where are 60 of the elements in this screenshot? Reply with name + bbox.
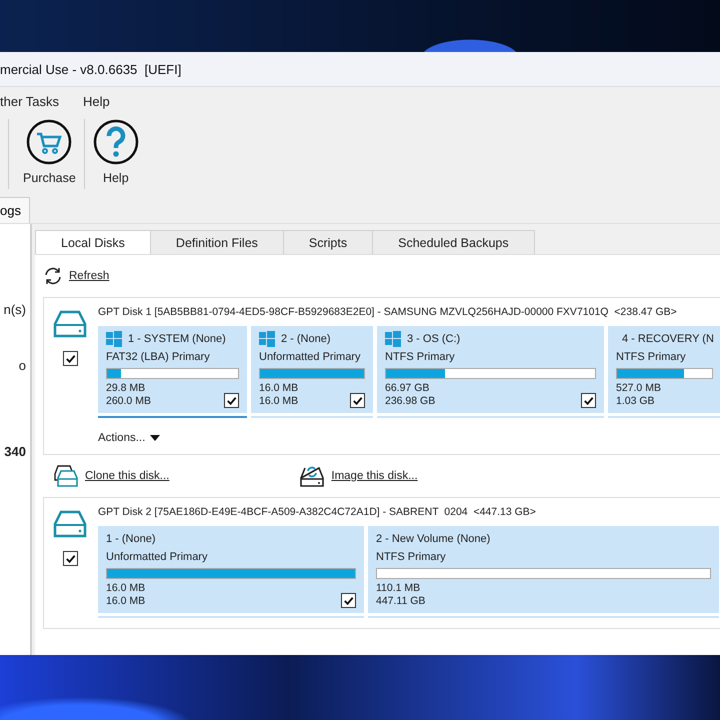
windows-logo-icon [259,331,275,347]
sidebar-text: n(s) [4,302,26,317]
partition-type: FAT32 (LBA) Primary [106,350,211,365]
partition-size: 29.8 MB 260.0 MB [106,382,151,408]
toolbar-button[interactable]: Purchase [15,115,84,189]
partition-checkbox[interactable] [581,393,596,408]
partition-size: 110.1 MB 447.11 GB [376,582,426,608]
toolbar-button[interactable]: Help [84,115,147,189]
partition-checkbox[interactable] [350,393,365,408]
partition-size: 527.0 MB 1.03 GB [616,382,661,408]
partition-type: NTFS Primary [616,350,687,365]
partition-checkbox[interactable] [224,393,239,408]
tab[interactable]: Scheduled Backups [372,230,535,254]
disk-checkbox[interactable] [62,551,78,566]
partition-size: 66.97 GB 236.98 GB [385,382,436,408]
menu-item[interactable]: ther Tasks [0,94,60,108]
tab[interactable]: Scripts [282,230,374,254]
partition-type: NTFS Primary [376,550,447,565]
tab[interactable]: Local Disks [35,230,151,254]
partition-title: 2 - (None) [281,332,331,347]
partition-title: 3 - OS (C:) [407,332,460,347]
partition-card[interactable]: 2 - New Volume (None) NTFS Primary 110.1 MB 447.11 GB [368,526,719,618]
partition-card[interactable]: 1 - (None) Unformatted Primary 16.0 MB 16.0 MB [98,526,364,618]
disk-action-link[interactable]: Image this disk... [331,470,418,482]
partition-type: Unformatted Primary [259,350,362,365]
partition-size: 16.0 MB 16.0 MB [259,382,298,408]
partition-checkbox[interactable] [341,593,356,608]
partition-card[interactable]: 2 - (None) Unformatted Primary 16.0 MB 16.0 MB [251,326,373,418]
disk-header: GPT Disk 1 [5AB5BB81-0794-4ED5-98CF-B5929683E2E0] - SAMSUNG MZVLQ256HAJD-00000 FXV7101Q <238.47 GB> [98,306,678,318]
sidebar-text: 340 [4,444,26,459]
partition-type: NTFS Primary [385,350,456,365]
disk-header: GPT Disk 2 [75AE186D-E49E-4BCF-A509-A382C4C72A1D] - SABRENT 0204 <447.13 GB> [98,506,537,518]
windows-logo-icon [106,331,122,347]
partition-card[interactable]: 1 - SYSTEM (None) FAT32 (LBA) Primary 29.8 MB 260.0 MB [98,326,247,418]
tab[interactable]: Definition Files [150,230,284,254]
disk-action-link[interactable]: Clone this disk... [85,470,170,482]
windows-logo-icon [385,331,401,347]
partition-title: 1 - (None) [106,532,156,547]
partition-size: 16.0 MB 16.0 MB [106,582,146,608]
refresh-link[interactable]: Refresh [69,270,110,282]
partition-card[interactable]: 4 - RECOVERY (N NTFS Primary 527.0 MB 1.03 GB [608,326,720,418]
disk-image-icon [299,464,326,488]
view-tab[interactable]: ogs [0,197,30,223]
refresh-icon [43,266,63,286]
disk-checkbox[interactable] [62,351,78,366]
sidebar-text: o [18,358,26,373]
help-icon [92,119,139,165]
window-title: mercial Use - v8.0.6635 [UEFI] [0,62,182,76]
menu-item[interactable]: Help [83,94,110,108]
hard-drive-icon [53,310,87,338]
partition-card[interactable]: 3 - OS (C:) NTFS Primary 66.97 GB 236.98 GB [377,326,604,418]
shopping-cart-icon [26,119,72,165]
caret-icon [150,435,160,441]
partition-title: 2 - New Volume (None) [376,532,490,547]
actions-dropdown[interactable]: Actions... [98,426,720,444]
partition-type: Unformatted Primary [106,550,208,565]
partition-title: 1 - SYSTEM (None) [128,332,226,347]
hard-drive-icon [53,510,87,538]
partition-title: 4 - RECOVERY (N [622,332,714,347]
disk-copy-icon [53,464,79,488]
